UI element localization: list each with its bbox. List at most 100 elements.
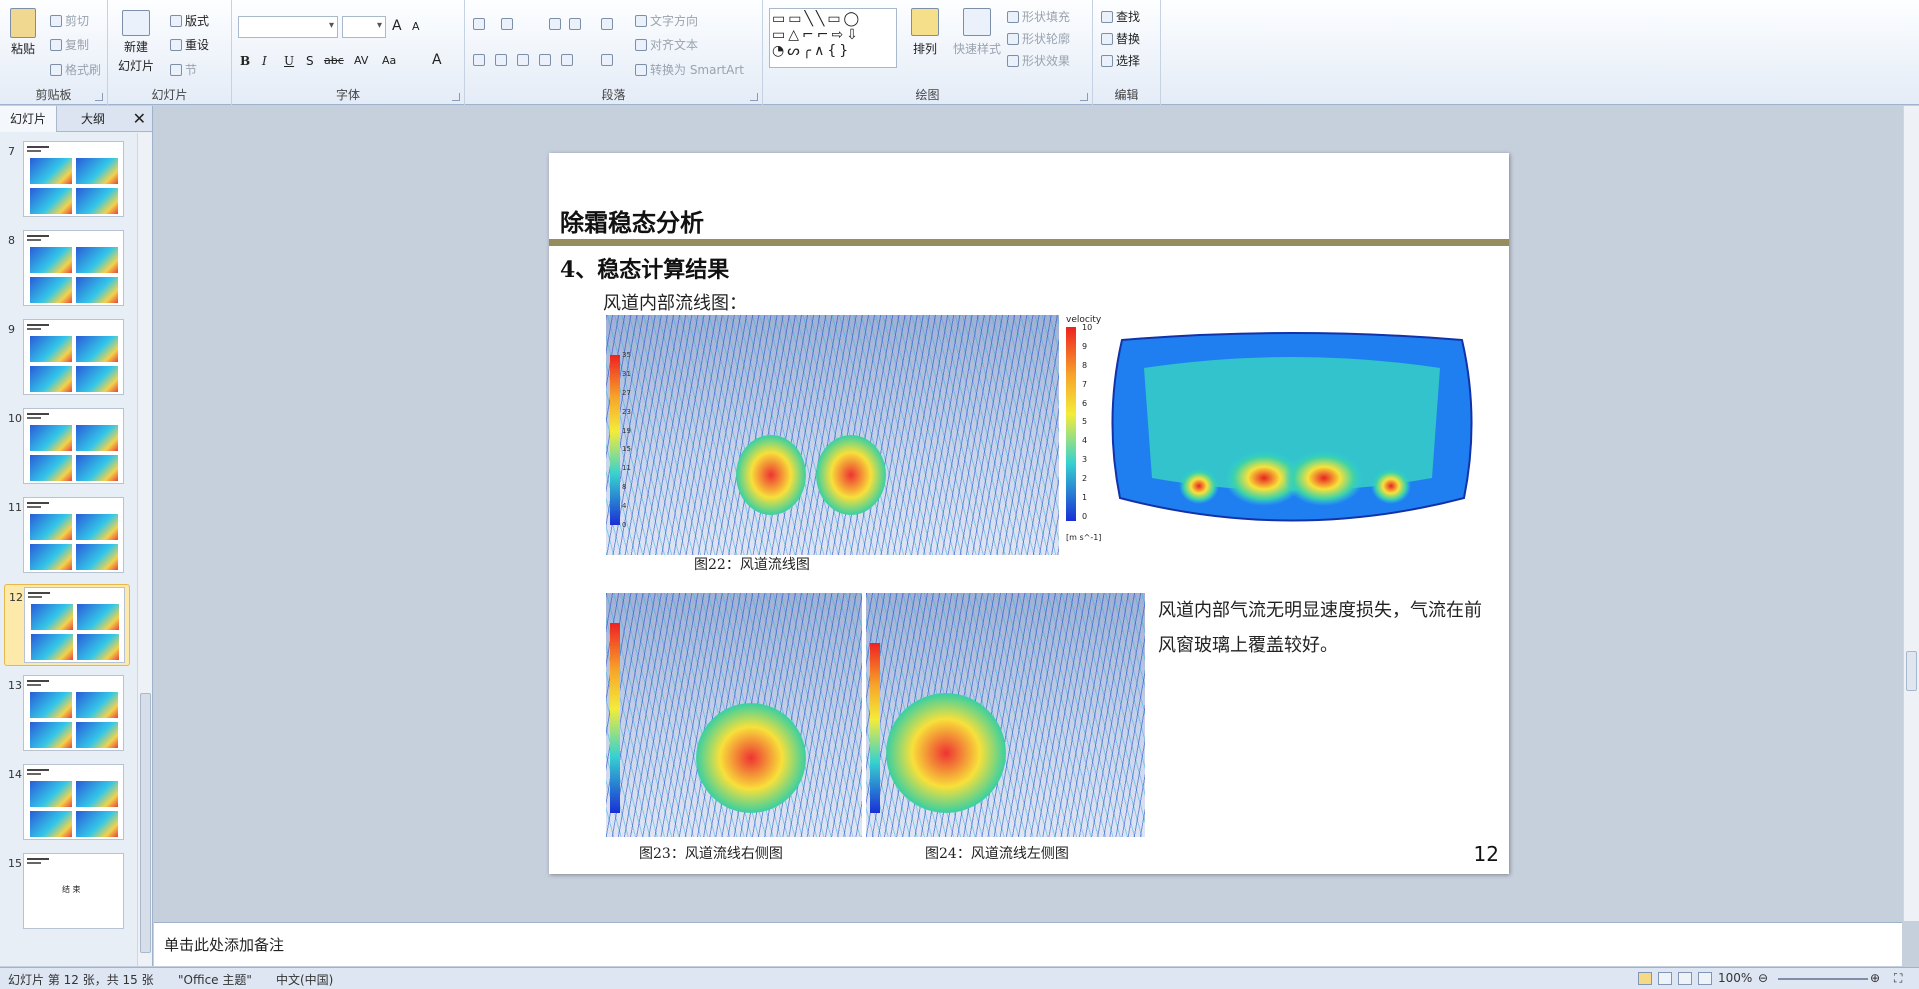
char-spacing-button[interactable]: AV <box>354 54 368 67</box>
notes-placeholder[interactable]: 单击此处添加备注 <box>164 934 284 955</box>
figure-caption-22[interactable]: 图22：风道流线图 <box>694 554 810 574</box>
tab-slides[interactable]: 幻灯片 <box>0 105 58 132</box>
thumbnail-scroll-thumb[interactable] <box>140 693 151 953</box>
shape-fill-button[interactable]: 形状填充 <box>1007 8 1070 25</box>
tab-outline[interactable]: 大纲 <box>71 106 115 132</box>
paste-button[interactable]: 粘贴 <box>10 8 36 57</box>
shadow-button[interactable]: S <box>306 54 314 68</box>
new-slide-button[interactable]: 新建 幻灯片 <box>118 10 154 74</box>
align-left-button[interactable] <box>473 54 485 66</box>
paragraph-launcher[interactable] <box>750 93 758 101</box>
font-family-combo[interactable] <box>238 16 338 38</box>
align-text-button[interactable]: 对齐文本 <box>635 36 698 53</box>
drawing-launcher[interactable] <box>1080 93 1088 101</box>
slide-thumbnail-preview <box>24 587 125 663</box>
slide-paragraph[interactable]: 风道内部气流无明显速度损失，气流在前风窗玻璃上覆盖较好。 <box>1158 593 1488 663</box>
select-button[interactable]: 选择 <box>1101 52 1140 69</box>
distribute-button[interactable] <box>561 54 573 66</box>
convert-smartart-button[interactable]: 转换为 SmartArt <box>635 61 744 78</box>
replace-button[interactable]: 替换 <box>1101 30 1140 47</box>
velocity-legend-bar <box>1066 327 1076 521</box>
slide-thumbnail-image <box>30 722 72 748</box>
line-spacing-button[interactable] <box>601 18 613 30</box>
streamline-image-24[interactable] <box>866 593 1145 837</box>
slide-thumbnail[interactable]: 8 <box>4 228 130 310</box>
justify-button[interactable] <box>539 54 551 66</box>
shape-outline-button[interactable]: 形状轮廓 <box>1007 30 1070 47</box>
format-painter-button[interactable]: 格式刷 <box>50 61 101 78</box>
zoom-out-icon[interactable]: ⊖ <box>1758 971 1768 985</box>
decrease-indent-button[interactable] <box>549 18 561 30</box>
figure-caption-23[interactable]: 图23：风道流线右侧图 <box>639 843 783 863</box>
normal-view-button[interactable] <box>1638 972 1652 985</box>
bullets-button[interactable] <box>473 18 485 30</box>
find-button[interactable]: 查找 <box>1101 8 1140 25</box>
slide-thumbnail[interactable]: 14 <box>4 762 130 844</box>
slide-thumbnail[interactable]: 11 <box>4 495 130 577</box>
windshield-contour-image[interactable] <box>1104 328 1480 538</box>
shape-effects-button[interactable]: 形状效果 <box>1007 52 1070 69</box>
italic-button[interactable]: I <box>262 54 267 68</box>
increase-indent-button[interactable] <box>569 18 581 30</box>
cut-button[interactable]: 剪切 <box>50 12 89 29</box>
slide-thumbnail[interactable]: 7 <box>4 139 130 221</box>
streamline-image-23[interactable] <box>606 593 862 837</box>
slide-thumbnail[interactable]: 13 <box>4 673 130 755</box>
slide-thumbnail[interactable]: 12 <box>4 584 130 666</box>
underline-button[interactable]: U <box>284 54 294 68</box>
columns-button[interactable] <box>601 54 613 66</box>
section-button[interactable]: 节 <box>170 61 197 78</box>
font-color-button[interactable]: A <box>432 52 442 68</box>
text-direction-button[interactable]: 文字方向 <box>635 12 698 29</box>
font-size-combo[interactable] <box>342 16 386 38</box>
figure-caption-24[interactable]: 图24：风道流线左侧图 <box>925 843 1069 863</box>
legend-tick-label: 9 <box>1082 341 1088 351</box>
shapes-gallery[interactable]: ▭▭╲╲▭◯ ▭△⌐⌐⇨⇩ ◔ᔕ╭∧{} <box>769 8 897 68</box>
layout-button[interactable]: 版式 <box>170 12 209 29</box>
zoom-in-icon[interactable]: ⊕ <box>1870 971 1880 985</box>
legend-tick-label: 7 <box>1082 379 1088 389</box>
slide-thumbnail[interactable]: 10 <box>4 406 130 488</box>
quick-styles-button[interactable]: 快速样式 <box>953 8 1001 57</box>
close-pane-icon[interactable]: ✕ <box>133 109 146 128</box>
zoom-slider[interactable] <box>1778 978 1868 980</box>
slideshow-button[interactable] <box>1698 972 1712 985</box>
slide-thumbnail-image <box>31 634 73 660</box>
slide-thumbnail-image <box>76 722 118 748</box>
reset-icon <box>170 38 182 51</box>
slide-thumbnail[interactable]: 15 结 束 <box>4 851 130 933</box>
clipboard-launcher[interactable] <box>95 93 103 101</box>
windshield-legend: velocity 10 9 8 7 6 5 4 3 2 1 0 [m s^-1] <box>1064 315 1104 555</box>
font-launcher[interactable] <box>452 93 460 101</box>
slide-subtitle[interactable]: 风道内部流线图： <box>603 289 747 315</box>
slide-thumbnail[interactable]: 9 <box>4 317 130 399</box>
strikethrough-button[interactable]: abc <box>324 54 344 67</box>
zoom-level[interactable]: 100% <box>1718 971 1752 985</box>
theme-name[interactable]: "Office 主题" <box>178 971 252 988</box>
canvas-scroll-thumb[interactable] <box>1906 651 1917 691</box>
language-indicator[interactable]: 中文(中国) <box>276 971 333 988</box>
notes-pane[interactable]: 单击此处添加备注 <box>154 922 1902 966</box>
grow-font-button[interactable]: A <box>392 18 402 34</box>
canvas-scrollbar[interactable] <box>1903 106 1919 921</box>
align-right-button[interactable] <box>517 54 529 66</box>
slide-heading[interactable]: 4、稳态计算结果 <box>560 252 729 284</box>
slide-sorter-button[interactable] <box>1658 972 1672 985</box>
align-center-button[interactable] <box>495 54 507 66</box>
streamline-image-22[interactable]: 35 31 27 23 19 15 11 8 4 0 <box>606 315 1059 555</box>
legend-tick-label: 27 <box>622 388 631 397</box>
numbering-button[interactable] <box>501 18 513 30</box>
reading-view-button[interactable] <box>1678 972 1692 985</box>
bold-button[interactable]: B <box>240 54 250 68</box>
reset-button[interactable]: 重设 <box>170 36 209 53</box>
thumbnail-scrollbar[interactable] <box>137 133 152 966</box>
hotspot <box>816 435 886 515</box>
change-case-button[interactable]: Aa <box>382 54 396 67</box>
slide-title[interactable]: 除霜稳态分析 <box>560 203 704 238</box>
shrink-font-button[interactable]: A <box>412 20 420 33</box>
current-slide[interactable]: 除霜稳态分析 4、稳态计算结果 风道内部流线图： 35 31 27 23 19 15 11 8… <box>549 153 1509 874</box>
fit-window-icon[interactable]: ⛶ <box>1894 971 1902 986</box>
copy-button[interactable]: 复制 <box>50 36 89 53</box>
slide-thumbnail-preview <box>23 497 124 573</box>
arrange-button[interactable]: 排列 <box>911 8 939 57</box>
